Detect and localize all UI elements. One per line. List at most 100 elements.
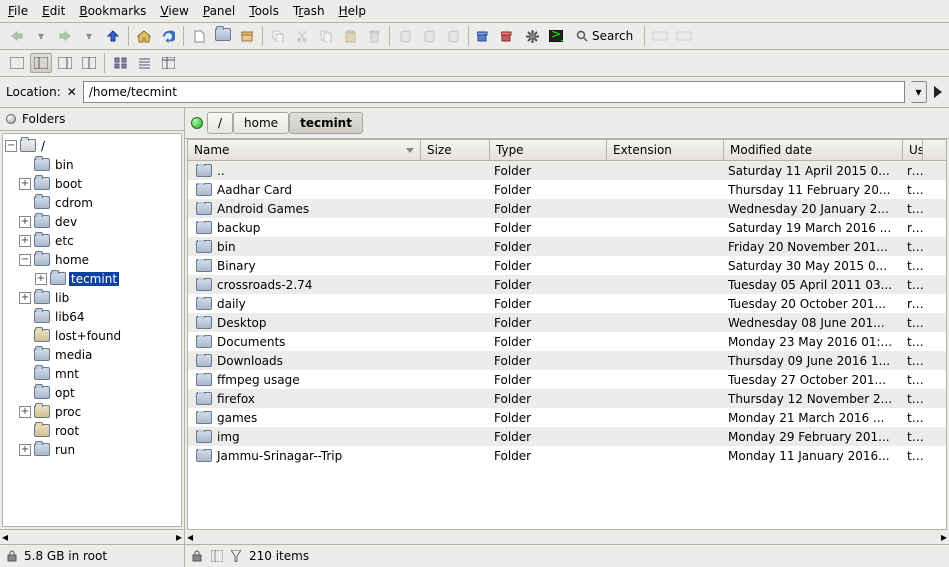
layout-single-button[interactable] [6,53,28,73]
table-row[interactable]: Aadhar CardFolderThursday 11 February 20… [188,180,946,199]
breadcrumb-item[interactable]: tecmint [289,112,363,134]
tree-item[interactable]: +dev [3,212,181,231]
menu-view[interactable]: View [160,4,188,18]
view-icons-button[interactable] [109,53,131,73]
menu-tools[interactable]: Tools [249,4,279,18]
col-header-ext[interactable]: Extension [607,140,724,160]
db1-button[interactable] [394,26,416,46]
new-folder-button[interactable] [212,26,234,46]
filter-panel-icon[interactable] [211,550,223,562]
table-row[interactable]: ..FolderSaturday 11 April 2015 0...root [188,161,946,180]
settings-button[interactable] [521,26,543,46]
new-archive-button[interactable] [236,26,258,46]
expand-icon[interactable]: + [19,406,31,418]
col-header-name[interactable]: Name [188,140,421,160]
back-dropdown[interactable]: ▾ [30,26,52,46]
tree-item[interactable]: −home [3,250,181,269]
back-button[interactable] [6,26,28,46]
cut-button[interactable] [291,26,313,46]
db3-button[interactable] [442,26,464,46]
layout-left-tree-button[interactable] [30,53,52,73]
expand-icon[interactable]: + [19,292,31,304]
tree-item[interactable]: −/ [3,136,181,155]
table-row[interactable]: binFolderFriday 20 November 201...tecmin… [188,237,946,256]
expand-icon[interactable]: + [19,444,31,456]
tree-item[interactable]: root [3,421,181,440]
tree-item[interactable]: +lib [3,288,181,307]
table-row[interactable]: BinaryFolderSaturday 30 May 2015 0...tec… [188,256,946,275]
breadcrumb-home-icon[interactable] [191,117,203,129]
menu-help[interactable]: Help [339,4,366,18]
list-scroll-left[interactable]: ◂ [187,530,193,544]
layout-right-tree-button[interactable] [54,53,76,73]
tree-item[interactable]: mnt [3,364,181,383]
expand-icon[interactable]: + [19,178,31,190]
tree-item[interactable]: media [3,345,181,364]
copy-to-button[interactable] [267,26,289,46]
breadcrumb-item[interactable]: home [233,112,289,134]
table-row[interactable]: DownloadsFolderThursday 09 June 2016 1..… [188,351,946,370]
layout-dual-button[interactable] [78,53,100,73]
funnel-icon[interactable] [231,550,241,562]
table-row[interactable]: Jammu-Srinagar--TripFolderMonday 11 Janu… [188,446,946,465]
menu-bookmarks[interactable]: Bookmarks [79,4,146,18]
copy-button[interactable] [315,26,337,46]
menu-trash[interactable]: Trash [293,4,325,18]
archive-button[interactable] [497,26,519,46]
table-row[interactable]: ffmpeg usageFolderTuesday 27 October 201… [188,370,946,389]
col-header-user[interactable]: User [903,140,923,160]
next-pane-button[interactable] [673,26,695,46]
col-header-mod[interactable]: Modified date [724,140,903,160]
prev-pane-button[interactable] [649,26,671,46]
tree-item[interactable]: cdrom [3,193,181,212]
tree-item[interactable]: +boot [3,174,181,193]
tree-item[interactable]: +proc [3,402,181,421]
expand-icon[interactable]: + [19,216,31,228]
table-row[interactable]: firefoxFolderThursday 12 November 2...te… [188,389,946,408]
file-list[interactable]: Name Size Type Extension Modified date U… [187,139,947,530]
tree-item[interactable]: lib64 [3,307,181,326]
refresh-button[interactable] [157,26,179,46]
location-input[interactable] [83,81,905,103]
delete-button[interactable] [363,26,385,46]
folder-tree[interactable]: −/bin+bootcdrom+dev+etc−home+tecmint+lib… [2,133,182,527]
tree-item[interactable]: opt [3,383,181,402]
new-file-button[interactable] [188,26,210,46]
tree-item[interactable]: +etc [3,231,181,250]
menu-edit[interactable]: Edit [42,4,65,18]
table-row[interactable]: Android GamesFolderWednesday 20 January … [188,199,946,218]
location-history-dropdown[interactable]: ▾ [911,81,927,103]
menu-file[interactable]: File [8,4,28,18]
terminal-button[interactable]: >_ [545,26,567,46]
close-location-icon[interactable]: ✕ [67,85,77,99]
col-header-size[interactable]: Size [421,140,490,160]
db2-button[interactable] [418,26,440,46]
table-row[interactable]: DocumentsFolderMonday 23 May 2016 01:...… [188,332,946,351]
tree-item[interactable]: +tecmint [3,269,181,288]
collapse-icon[interactable]: − [19,254,31,266]
go-icon[interactable] [933,85,943,99]
table-row[interactable]: gamesFolderMonday 21 March 2016 ...tecmi… [188,408,946,427]
tree-scroll-right[interactable]: ▸ [176,530,182,544]
expand-icon[interactable]: + [35,273,47,285]
col-header-type[interactable]: Type [490,140,607,160]
forward-dropdown[interactable]: ▾ [78,26,100,46]
expand-icon[interactable]: + [19,235,31,247]
view-list-button[interactable] [133,53,155,73]
up-button[interactable] [102,26,124,46]
search-button[interactable]: Search [569,26,640,46]
home-button[interactable] [133,26,155,46]
collapse-icon[interactable]: − [5,140,17,152]
table-row[interactable]: backupFolderSaturday 19 March 2016 ...ro… [188,218,946,237]
view-detail-button[interactable] [157,53,179,73]
breadcrumb-item[interactable]: / [207,112,233,134]
table-row[interactable]: crossroads-2.74FolderTuesday 05 April 20… [188,275,946,294]
tree-item[interactable]: bin [3,155,181,174]
table-row[interactable]: DesktopFolderWednesday 08 June 201...tec… [188,313,946,332]
extract-button[interactable] [473,26,495,46]
table-row[interactable]: imgFolderMonday 29 February 201...tecmin… [188,427,946,446]
menu-panel[interactable]: Panel [203,4,235,18]
list-scroll-right[interactable]: ▸ [941,530,947,544]
tree-item[interactable]: lost+found [3,326,181,345]
forward-button[interactable] [54,26,76,46]
